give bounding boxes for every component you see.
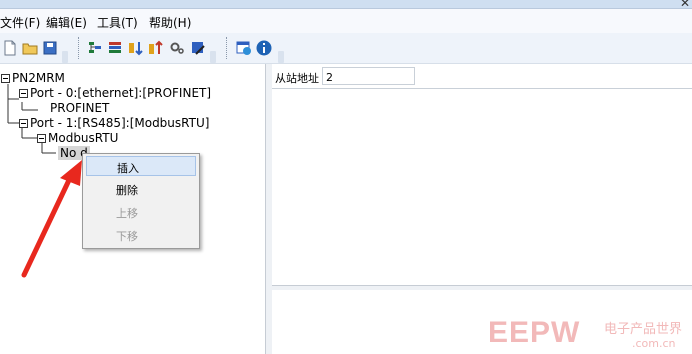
menu-item-insert[interactable]: 插入: [86, 156, 196, 176]
slave-address-label: 从站地址: [275, 72, 319, 85]
watermark-url: .com.cn: [632, 337, 676, 350]
menu-item-move-down[interactable]: 下移: [86, 225, 196, 245]
menu-item-move-up[interactable]: 上移: [86, 202, 196, 222]
property-panel: 从站地址 2: [272, 64, 692, 354]
property-row: 从站地址 2: [272, 64, 692, 89]
menu-item-delete[interactable]: 删除: [86, 179, 196, 199]
context-menu: 插入 删除 上移 下移: [82, 153, 200, 249]
slave-address-field[interactable]: 2: [322, 67, 415, 85]
watermark-cn: 电子产品世界: [604, 322, 683, 337]
watermark-logo: EEPW: [488, 316, 581, 349]
